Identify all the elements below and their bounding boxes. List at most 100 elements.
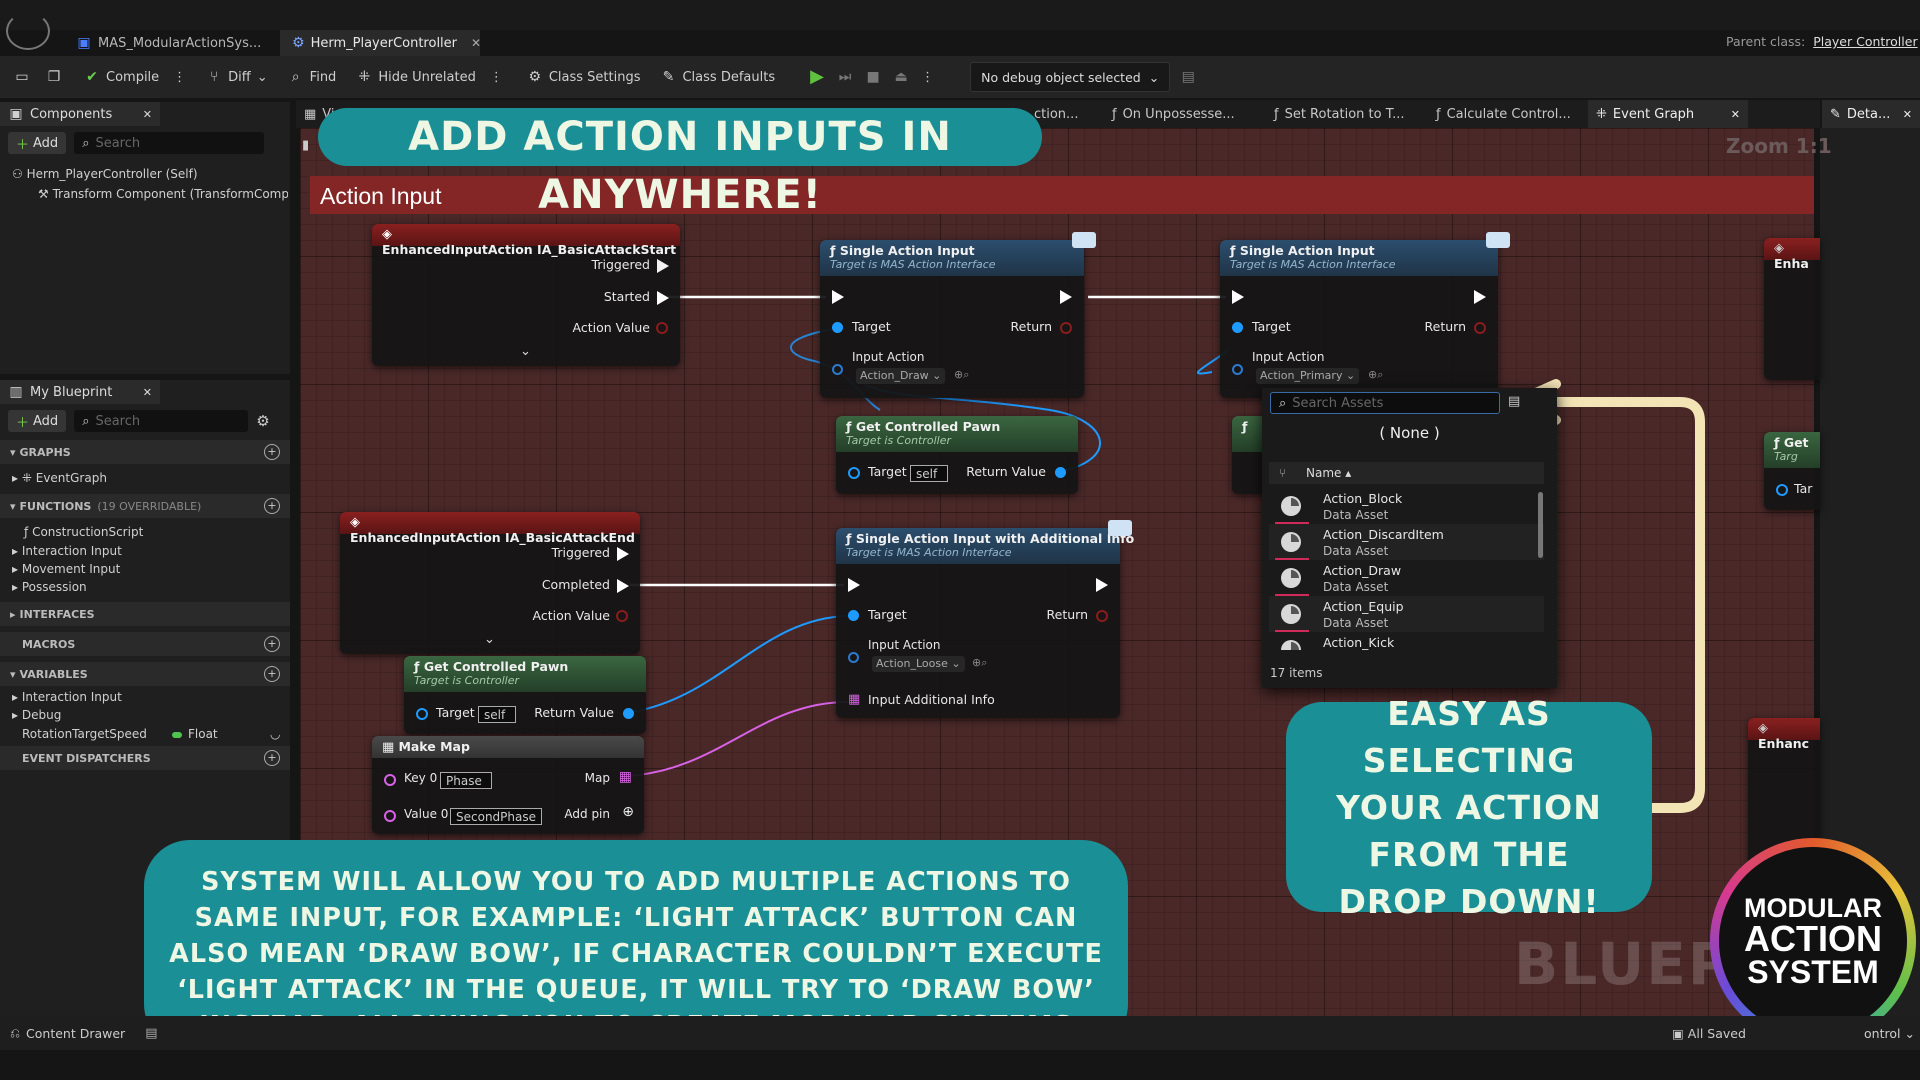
target-pin[interactable]: [1232, 322, 1243, 333]
event-node-attack-end[interactable]: ◈ EnhancedInputAction IA_BasicAttackEnd …: [340, 512, 640, 654]
return-pin[interactable]: [1096, 610, 1108, 622]
exec-pin-out[interactable]: [617, 547, 629, 561]
chevron-down-icon[interactable]: ⌄: [484, 632, 495, 647]
exec-pin-out[interactable]: [657, 259, 669, 273]
return-pin[interactable]: [1060, 322, 1072, 334]
exec-pin-out[interactable]: [617, 579, 629, 593]
options-icon[interactable]: ▤: [1508, 394, 1520, 409]
content-drawer-button[interactable]: ⎌ Content Drawer: [10, 1025, 125, 1041]
map-grid-icon: ▦: [382, 740, 395, 755]
exec-pin-out[interactable]: [657, 291, 669, 305]
node-title: Get Controlled Pawn: [855, 419, 1001, 434]
action-value-pin[interactable]: [656, 322, 668, 334]
function-icon: ƒ: [1230, 243, 1236, 258]
exec-pin-out[interactable]: [1474, 290, 1486, 304]
input-action-select[interactable]: Action_Loose ⌄: [872, 656, 965, 672]
value0-pin[interactable]: [384, 810, 396, 822]
asset-list-item[interactable]: Action_Block Data Asset: [1269, 488, 1544, 524]
get-controlled-pawn-node-2[interactable]: ƒ Get Controlled Pawn Target is Controlle…: [404, 656, 646, 734]
hierarchy-icon: ⑂: [1279, 466, 1287, 480]
search-placeholder: Search Assets: [1292, 395, 1384, 411]
function-icon: ƒ: [846, 531, 852, 546]
value0-field[interactable]: SecondPhase: [450, 808, 542, 825]
input-action-select[interactable]: Action_Primary ⌄: [1256, 368, 1360, 384]
partial-pawn-node-right[interactable]: ƒ Get Targ Tar: [1764, 432, 1820, 510]
return-value-pin[interactable]: [1055, 467, 1066, 478]
pin-label: Target: [868, 607, 907, 622]
exec-pin-out[interactable]: [1060, 290, 1072, 304]
action-value-pin[interactable]: [616, 610, 628, 622]
function-icon: ƒ: [1242, 419, 1248, 434]
pin-label: Input Action: [868, 638, 941, 652]
none-option[interactable]: ( None ): [1262, 424, 1557, 442]
map-wire: [627, 701, 849, 777]
list-scrollbar[interactable]: [1538, 492, 1543, 558]
asset-list-item[interactable]: Action_Draw Data Asset: [1269, 560, 1544, 596]
input-action-pin[interactable]: [848, 652, 859, 663]
all-saved-label: All Saved: [1687, 1026, 1746, 1041]
save-status[interactable]: ▣ All Saved: [1672, 1026, 1746, 1041]
exec-pin-in[interactable]: [848, 578, 860, 592]
pin-label: Key 0: [404, 771, 438, 785]
target-pin[interactable]: [848, 610, 859, 621]
column-header[interactable]: ⑂ Name ▴: [1269, 462, 1544, 484]
target-pin[interactable]: [416, 708, 428, 720]
add-pin-icon[interactable]: ⊕: [622, 804, 634, 820]
exec-pin-in[interactable]: [832, 290, 844, 304]
select-value: Action_Loose: [876, 657, 948, 670]
node-header: ▦ Make Map: [372, 736, 644, 758]
input-action-pin[interactable]: [1232, 364, 1243, 375]
return-value-pin[interactable]: [623, 708, 634, 719]
event-icon: ◈: [382, 227, 392, 242]
node-title: Enhanc: [1758, 736, 1810, 751]
pin-label: Target: [436, 705, 475, 720]
partial-event-node-right[interactable]: ◈ Enha: [1764, 238, 1820, 380]
pin-label: Target: [852, 319, 891, 334]
map-grid-icon[interactable]: ▦: [619, 769, 632, 785]
target-pin[interactable]: [832, 322, 843, 333]
target-pin[interactable]: [1776, 484, 1788, 496]
source-control-button[interactable]: ontrol ⌄: [1864, 1026, 1915, 1041]
content-drawer-label: Content Drawer: [26, 1025, 126, 1041]
top-banner: ADD ACTION INPUTS IN ANYWHERE!: [318, 108, 1042, 218]
source-control-label: ontrol: [1864, 1026, 1901, 1041]
single-action-input-info-node[interactable]: ƒ Single Action Input with Additional In…: [836, 520, 1134, 718]
asset-list-item[interactable]: Action_KickData Asset: [1269, 632, 1544, 650]
key0-field[interactable]: Phase: [440, 772, 492, 789]
chevron-down-icon[interactable]: ⌄: [520, 344, 531, 359]
asset-search-input[interactable]: ⌕ Search Assets: [1270, 392, 1500, 414]
get-controlled-pawn-node-1[interactable]: ƒ Get Controlled Pawn Target is Controlle…: [836, 416, 1078, 494]
key0-pin[interactable]: [384, 774, 396, 786]
browse-icon[interactable]: ⊕⌕: [1368, 368, 1383, 382]
event-icon: ◈: [1774, 241, 1784, 256]
single-action-input-node-2[interactable]: ƒ Single Action Input Target is MAS Actio…: [1220, 232, 1510, 398]
target-pin[interactable]: [848, 467, 860, 479]
event-icon: ◈: [350, 515, 360, 530]
self-field[interactable]: self: [478, 706, 516, 723]
exec-pin-out[interactable]: [1096, 578, 1108, 592]
search-icon: ⌕: [1279, 395, 1287, 411]
pin-label: Completed: [541, 577, 610, 592]
browse-icon[interactable]: ⊕⌕: [954, 368, 969, 382]
node-subtitle: Target is Controller: [414, 674, 520, 687]
pin-label: Action Value: [532, 608, 610, 623]
output-log-icon[interactable]: ▤: [145, 1026, 157, 1041]
return-pin[interactable]: [1474, 322, 1486, 334]
input-action-select[interactable]: Action_Draw ⌄: [856, 368, 946, 384]
asset-list-item[interactable]: Action_Equip Data Asset: [1269, 596, 1544, 632]
asset-name: Action_Kick: [1323, 635, 1395, 650]
column-name: Name: [1306, 466, 1342, 480]
single-action-input-node-1[interactable]: ƒ Single Action Input Target is MAS Actio…: [820, 232, 1096, 398]
make-map-node[interactable]: ▦ Make Map Key 0 Phase Map ▦ Value 0 Sec…: [372, 736, 644, 834]
event-node-attack-start[interactable]: ◈ EnhancedInputAction IA_BasicAttackStar…: [372, 224, 680, 366]
map-grid-icon[interactable]: ▦: [848, 692, 860, 707]
asset-list-item[interactable]: Action_DiscardItem Data Asset: [1269, 524, 1544, 560]
pin-label: Map: [584, 771, 610, 785]
select-value: Action_Primary: [1260, 369, 1343, 382]
input-action-pin[interactable]: [832, 364, 843, 375]
self-field[interactable]: self: [910, 465, 948, 482]
browse-icon[interactable]: ⊕⌕: [972, 656, 987, 670]
right-banner: EASY AS SELECTING YOUR ACTION FROM THE D…: [1286, 694, 1652, 921]
exec-pin-in[interactable]: [1232, 290, 1244, 304]
node-title: EnhancedInputAction IA_BasicAttackStart: [382, 242, 677, 257]
